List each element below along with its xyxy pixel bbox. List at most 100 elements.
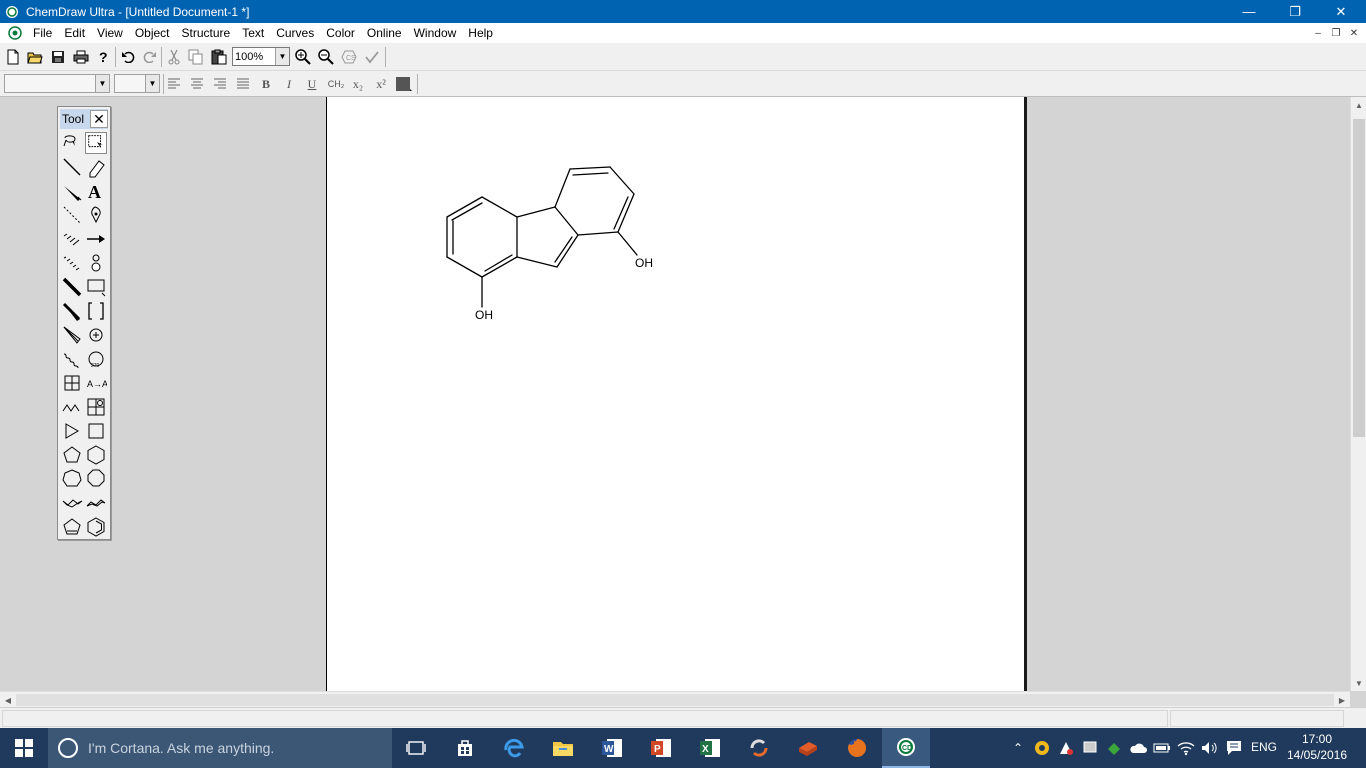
task-view-icon[interactable]: [392, 728, 440, 768]
dashed-bond-tool-icon[interactable]: [61, 204, 83, 226]
tray-app-icon-monitor[interactable]: [1081, 739, 1099, 757]
volume-icon[interactable]: [1201, 739, 1219, 757]
formula-button[interactable]: CH₂: [324, 74, 348, 94]
horizontal-scroll-thumb[interactable]: [16, 694, 1334, 706]
start-button[interactable]: [0, 728, 48, 768]
document-minimize-button[interactable]: –: [1310, 25, 1326, 41]
menu-structure[interactable]: Structure: [176, 23, 237, 43]
minimize-button[interactable]: —: [1226, 0, 1272, 23]
zoom-dropdown-arrow-icon[interactable]: ▼: [275, 48, 289, 65]
redo-icon[interactable]: [140, 47, 160, 67]
edge-browser-icon[interactable]: [490, 728, 538, 768]
show-hidden-icons-icon[interactable]: ⌃: [1009, 739, 1027, 757]
bond-tool-icon[interactable]: [61, 156, 83, 178]
query-tool-icon[interactable]: 270: [85, 348, 107, 370]
cyclopentane-tool-icon[interactable]: [61, 444, 83, 466]
copy-icon[interactable]: [186, 47, 206, 67]
clean-structure-icon[interactable]: CS: [339, 47, 359, 67]
zoom-combobox[interactable]: 100% ▼: [232, 47, 290, 66]
font-name-combobox[interactable]: ▼: [4, 74, 110, 93]
tray-app-icon-yellow[interactable]: [1033, 739, 1051, 757]
cyclobutane-tool-icon[interactable]: [85, 420, 107, 442]
hydroxyl-label-left[interactable]: OH: [475, 308, 493, 322]
lasso-tool-icon[interactable]: [61, 132, 83, 154]
wavy-bond-tool-icon[interactable]: [61, 348, 83, 370]
help-pointer-icon[interactable]: ?: [94, 47, 114, 67]
store-icon[interactable]: [441, 728, 489, 768]
cyclooctane-tool-icon[interactable]: [85, 468, 107, 490]
menu-help[interactable]: Help: [462, 23, 499, 43]
file-explorer-icon[interactable]: [539, 728, 587, 768]
system-clock[interactable]: 17:00 14/05/2016: [1284, 731, 1350, 763]
menu-edit[interactable]: Edit: [58, 23, 91, 43]
color-swatch-icon[interactable]: [394, 74, 414, 94]
menu-view[interactable]: View: [91, 23, 129, 43]
cyclopentadiene-tool-icon[interactable]: [61, 516, 83, 538]
menu-window[interactable]: Window: [408, 23, 463, 43]
menu-curves[interactable]: Curves: [270, 23, 320, 43]
text-tool-icon[interactable]: A: [85, 180, 107, 202]
menu-file[interactable]: File: [27, 23, 58, 43]
drawing-canvas[interactable]: OH OH: [326, 97, 1027, 691]
justify-icon[interactable]: [233, 74, 253, 94]
zoom-out-icon[interactable]: [316, 47, 336, 67]
vertical-scroll-thumb[interactable]: [1353, 119, 1365, 437]
check-structure-icon[interactable]: [362, 47, 382, 67]
palette-header[interactable]: Tool ✕: [60, 109, 108, 129]
battery-icon[interactable]: [1153, 739, 1171, 757]
paste-clipboard-icon[interactable]: [209, 47, 229, 67]
excel-icon[interactable]: X: [686, 728, 734, 768]
palette-close-icon[interactable]: ✕: [90, 110, 108, 128]
firefox-icon[interactable]: [833, 728, 881, 768]
chemdraw-app-icon[interactable]: [4, 4, 20, 20]
cyclohexane-tool-icon[interactable]: [85, 444, 107, 466]
menu-color[interactable]: Color: [320, 23, 361, 43]
tray-app-icon-green[interactable]: [1105, 739, 1123, 757]
vertical-scrollbar[interactable]: ▲ ▼: [1350, 97, 1366, 691]
italic-button[interactable]: I: [279, 74, 299, 94]
print-icon[interactable]: [71, 47, 91, 67]
sync-app-icon[interactable]: [735, 728, 783, 768]
orbital-tool-icon[interactable]: [85, 252, 107, 274]
cyclopropane-tool-icon[interactable]: [61, 420, 83, 442]
superscript-button[interactable]: x²: [371, 74, 391, 94]
bold-wedge-tool-icon[interactable]: [61, 300, 83, 322]
marquee-tool-icon[interactable]: [85, 132, 107, 154]
benzene-tool-icon[interactable]: [85, 516, 107, 538]
font-size-combobox[interactable]: ▼: [114, 74, 160, 93]
cortana-search-box[interactable]: I'm Cortana. Ask me anything.: [48, 728, 392, 768]
menu-object[interactable]: Object: [129, 23, 176, 43]
powerpoint-icon[interactable]: P: [637, 728, 685, 768]
undo-icon[interactable]: [118, 47, 138, 67]
cyclohexane-chair-tool-1-icon[interactable]: [61, 492, 83, 514]
scroll-down-icon[interactable]: ▼: [1351, 675, 1366, 691]
align-center-icon[interactable]: [187, 74, 207, 94]
tools-palette[interactable]: Tool ✕ A 270 A→A: [57, 106, 111, 540]
document-restore-button[interactable]: ❐: [1328, 25, 1344, 41]
mass-fragmentation-tool-icon[interactable]: A→A: [85, 372, 107, 394]
arrow-tool-icon[interactable]: [85, 228, 107, 250]
bold-button[interactable]: B: [256, 74, 276, 94]
close-button[interactable]: ✕: [1318, 0, 1364, 23]
chemdraw-taskbar-icon[interactable]: CD: [882, 728, 930, 768]
new-document-icon[interactable]: [3, 47, 23, 67]
word-icon[interactable]: W: [588, 728, 636, 768]
hashed-wedge-tool-icon[interactable]: [61, 228, 83, 250]
chain-tool-icon[interactable]: [61, 396, 83, 418]
hydroxyl-label-right[interactable]: OH: [635, 256, 653, 270]
size-dropdown-arrow-icon[interactable]: ▼: [145, 75, 159, 92]
align-left-icon[interactable]: [164, 74, 184, 94]
table-tool-icon[interactable]: [61, 372, 83, 394]
wedged-hash-tool-icon[interactable]: [61, 324, 83, 346]
open-folder-icon[interactable]: [25, 47, 45, 67]
save-disk-icon[interactable]: [48, 47, 68, 67]
action-center-icon[interactable]: [1225, 739, 1243, 757]
language-indicator[interactable]: ENG: [1251, 740, 1277, 754]
horizontal-scrollbar[interactable]: ◀ ▶: [0, 691, 1350, 707]
pen-tool-icon[interactable]: [85, 204, 107, 226]
scroll-left-icon[interactable]: ◀: [0, 692, 16, 708]
hashed-bond-tool-icon[interactable]: [61, 252, 83, 274]
menu-text[interactable]: Text: [236, 23, 270, 43]
wifi-icon[interactable]: [1177, 739, 1195, 757]
restore-button[interactable]: ❐: [1272, 0, 1318, 23]
